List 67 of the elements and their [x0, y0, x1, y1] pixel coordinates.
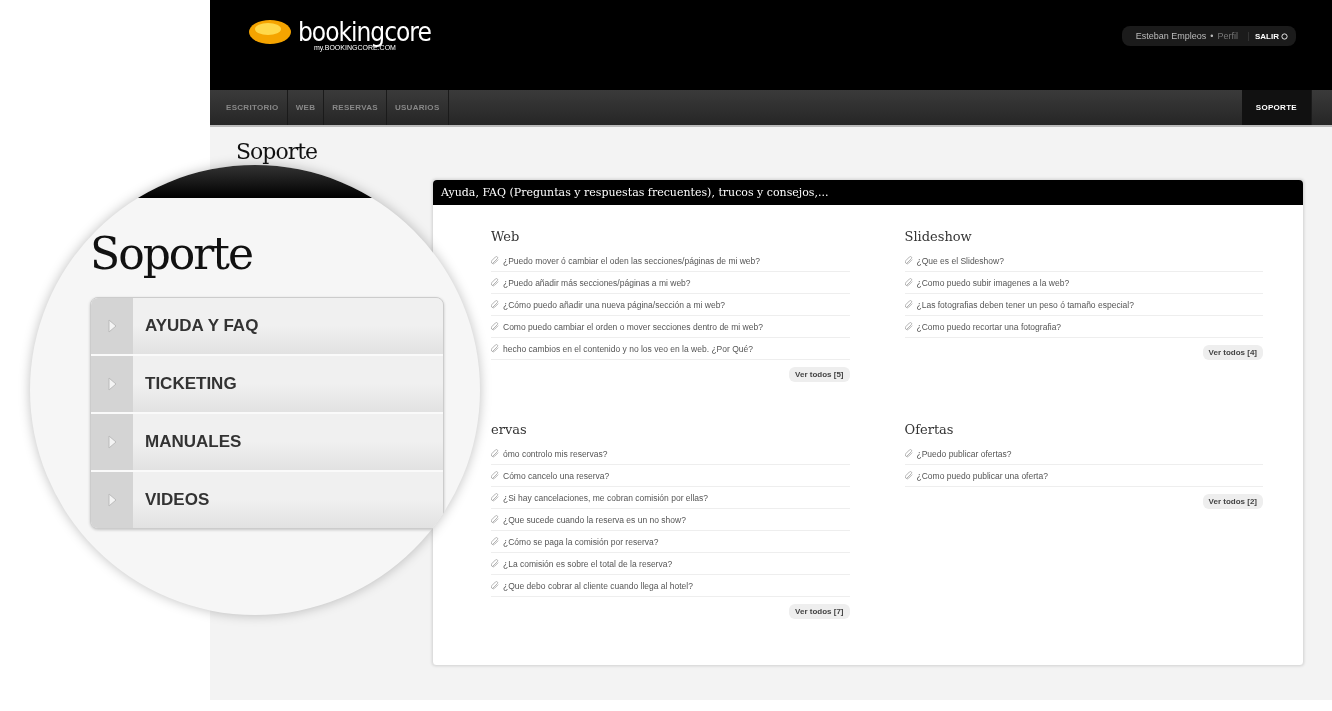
profile-link[interactable]: Perfil — [1217, 31, 1238, 41]
menu-item[interactable]: MANUALES — [91, 412, 443, 470]
arrow-icon — [107, 377, 117, 391]
page-title: Soporte — [236, 139, 319, 164]
faq-link[interactable]: Como puedo cambiar el orden o mover secciones dentro de mi web? — [503, 321, 763, 332]
section-heading: Slideshow — [904, 229, 973, 244]
nav-tab[interactable]: WEB — [287, 90, 325, 125]
logo-wordmark: bookingcore — [298, 18, 431, 46]
paperclip-icon — [904, 300, 914, 309]
paperclip-icon — [904, 322, 914, 331]
section-heading: ervas — [491, 422, 528, 437]
paperclip-icon — [491, 256, 500, 265]
paperclip-icon — [491, 322, 500, 331]
logo-icon — [248, 18, 292, 46]
paperclip-icon — [491, 515, 500, 524]
user-name: Esteban Empleos — [1135, 31, 1207, 41]
arrow-icon — [107, 493, 117, 507]
see-all-button[interactable]: Ver todos [5] — [789, 367, 850, 382]
paperclip-icon — [904, 278, 914, 287]
paperclip-icon — [491, 559, 500, 568]
faq-link[interactable]: ¿Cómo se paga la comisión por reserva? — [503, 536, 659, 547]
paperclip-icon — [904, 449, 914, 458]
paperclip-icon — [491, 537, 500, 546]
paperclip-icon — [904, 471, 914, 480]
faq-link[interactable]: ¿Las fotografias deben tener un peso ó tamaño especial? — [916, 299, 1134, 310]
section-heading: Ofertas — [904, 422, 955, 437]
logout-link[interactable]: SALIR — [1248, 31, 1288, 41]
faq-link[interactable]: ¿Como puedo publicar una oferta? — [916, 470, 1048, 481]
paperclip-icon — [491, 581, 500, 590]
faq-link[interactable]: ¿La comisión es sobre el total de la reserva? — [503, 558, 673, 569]
nav-tab[interactable]: SOPORTE — [1241, 90, 1312, 125]
see-all-button[interactable]: Ver todos [2] — [1202, 494, 1263, 509]
power-icon — [1281, 32, 1288, 40]
faq-link[interactable]: ¿Como puedo recortar una fotografia? — [916, 321, 1062, 332]
magnified-title: Soporte — [90, 228, 253, 279]
see-all-button[interactable]: Ver todos [4] — [1202, 345, 1263, 360]
faq-link[interactable]: ¿Que es el Slideshow? — [916, 255, 1004, 266]
faq-link[interactable]: ¿Como puedo subir imagenes a la web? — [916, 277, 1070, 288]
menu-item[interactable]: TICKETING — [91, 354, 443, 412]
paperclip-icon — [491, 278, 500, 287]
paperclip-icon — [904, 256, 914, 265]
panel-title: Ayuda, FAQ (Preguntas y respuestas frecuentes), trucos y consejos,... — [433, 180, 1303, 205]
faq-link[interactable]: ¿Que sucede cuando la reserva es un no show? — [503, 514, 686, 525]
nav-tab[interactable]: RESERVAS — [324, 90, 387, 125]
nav-tab[interactable]: ESCRITORIO — [218, 90, 288, 125]
faq-link[interactable]: ¿Si hay cancelaciones, me cobran comisión por ellas? — [503, 492, 709, 503]
see-all-button[interactable]: Ver todos [7] — [789, 604, 850, 619]
paperclip-icon — [491, 449, 500, 458]
faq-link[interactable]: ¿Que debo cobrar al cliente cuando llega al hotel? — [503, 580, 693, 591]
faq-link[interactable]: ¿Puedo mover ó cambiar el oden las secciones/páginas de mi web? — [503, 255, 761, 266]
paperclip-icon — [491, 493, 500, 502]
menu-item[interactable]: VIDEOS — [91, 470, 443, 528]
faq-link[interactable]: ¿Puedo publicar ofertas? — [916, 448, 1012, 459]
paperclip-icon — [491, 471, 500, 480]
faq-link[interactable]: ¿Cómo puedo añadir una nueva página/sección a mi web? — [503, 299, 726, 310]
section-heading: Web — [491, 229, 521, 244]
faq-link[interactable]: ómo controlo mis reservas? — [503, 448, 608, 459]
arrow-icon — [107, 319, 117, 333]
paperclip-icon — [491, 344, 500, 353]
arrow-icon — [107, 435, 117, 449]
faq-link[interactable]: ¿Puedo añadir más secciones/páginas a mi web? — [503, 277, 691, 288]
faq-link[interactable]: Cómo cancelo una reserva? — [503, 470, 610, 481]
nav-tab[interactable]: USUARIOS — [386, 90, 449, 125]
faq-link[interactable]: hecho cambios en el contenido y no los veo en la web. ¿Por Qué? — [503, 343, 753, 354]
paperclip-icon — [491, 300, 500, 309]
menu-item[interactable]: AYUDA Y FAQ — [91, 298, 443, 354]
separator-dot: • — [1210, 31, 1214, 41]
